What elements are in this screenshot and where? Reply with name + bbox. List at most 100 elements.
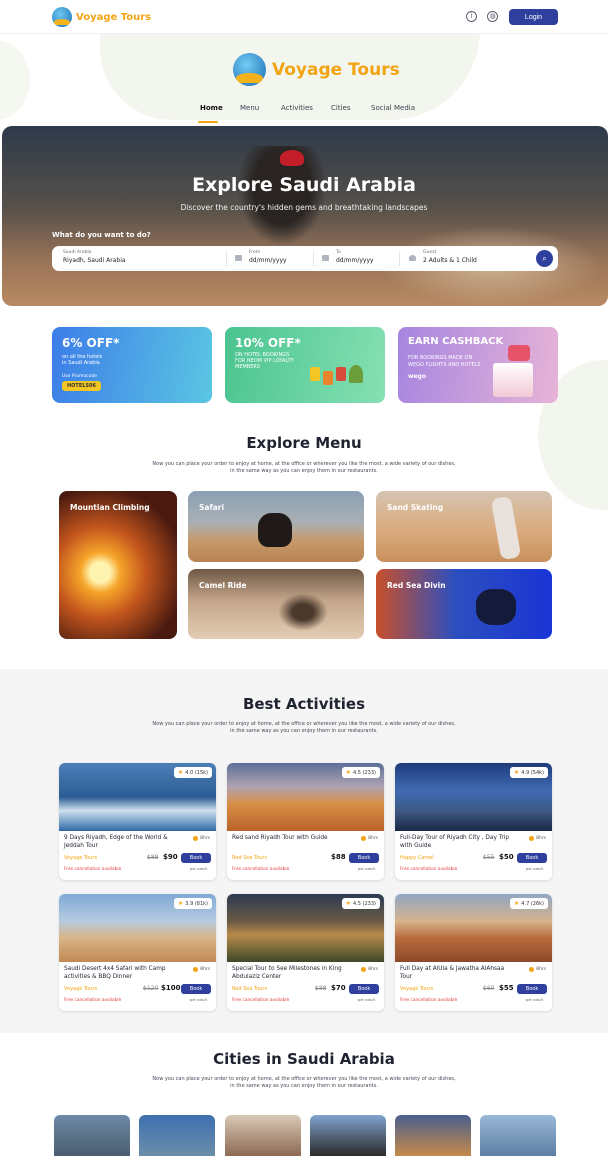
- menu-card-mountain-climbing[interactable]: Mountian Climbing: [59, 491, 177, 639]
- activity-title: Red sand Riyadh Tour with Guide: [232, 835, 328, 841]
- city-card[interactable]: [225, 1115, 301, 1156]
- rating-badge: ★ 4.0 (15k): [173, 767, 212, 778]
- duration-value: 8hrs: [368, 836, 378, 841]
- promo-card-hotels[interactable]: 6% OFF* on all the hotels in Saudi Arabi…: [52, 327, 212, 403]
- activity-card[interactable]: ★ 4.5 (233) Special Tour to See Milestone…: [227, 894, 384, 1011]
- menu-card-camel-ride[interactable]: Camel Ride: [188, 569, 364, 639]
- menu-card-red-sea-diving[interactable]: Red Sea Divin: [376, 569, 552, 639]
- duration-value: 8hrs: [200, 967, 210, 972]
- menu-card-label: Sand Skating: [387, 503, 444, 512]
- clock-icon: [193, 967, 199, 972]
- brand-name: Voyage Tours: [76, 11, 152, 23]
- cancellation-note: Free cancellation available: [64, 998, 122, 1003]
- duration-value: 8hrs: [368, 967, 378, 972]
- nav-menu[interactable]: Menu: [240, 104, 259, 112]
- star-icon: ★: [513, 769, 520, 776]
- provider-link[interactable]: Voyage Tours: [64, 986, 97, 992]
- book-button[interactable]: Book: [181, 853, 211, 863]
- book-button[interactable]: Book: [181, 984, 211, 994]
- promo-card-vip[interactable]: 10% OFF* ON HOTEL BOOKINGS FOR NEOM VIP …: [225, 327, 385, 403]
- duration: 8hrs: [193, 836, 210, 841]
- duration: 8hrs: [529, 836, 546, 841]
- promo-headline: 6% OFF*: [62, 336, 120, 350]
- decorative-blob: [0, 40, 30, 120]
- from-placeholder: dd/mm/yyyy: [249, 257, 287, 264]
- activities-section-subtitle: in the same way as you can enjoy them in…: [230, 728, 378, 734]
- price: $70: [331, 984, 346, 992]
- old-price: $60: [483, 985, 495, 992]
- star-icon: ★: [345, 769, 351, 776]
- rating-badge: ★ 4.7 (26k): [509, 898, 548, 909]
- promo-headline: EARN CASHBACK: [408, 336, 504, 347]
- from-date-field[interactable]: From dd/mm/yyyy: [249, 250, 287, 264]
- brand-header: Voyage Tours: [233, 53, 400, 86]
- promo-code[interactable]: HOTELS06: [62, 381, 101, 391]
- suitcase-icon: [336, 367, 346, 381]
- city-card[interactable]: [480, 1115, 556, 1156]
- brand-logo[interactable]: Voyage Tours: [52, 7, 151, 27]
- book-button[interactable]: Book: [517, 984, 547, 994]
- rating-badge: ★ 3.9 (81k): [173, 898, 212, 909]
- activity-title: Special Tour to See Milestones in King A…: [232, 966, 342, 980]
- menu-card-label: Red Sea Divin: [387, 581, 446, 590]
- provider-link[interactable]: Voyage Tours: [64, 855, 97, 861]
- provider-link[interactable]: Voyage Tours: [400, 986, 433, 992]
- activity-card[interactable]: ★ 4.5 (233) Red sand Riyadh Tour with Gui…: [227, 763, 384, 880]
- location-value: Riyadh, Saudi Arabia: [63, 257, 126, 264]
- nav-home[interactable]: Home: [200, 104, 223, 112]
- per-adult-label: per adult: [189, 997, 207, 1002]
- book-button[interactable]: Book: [349, 984, 379, 994]
- rating-value: 4.7 (26k): [521, 900, 544, 907]
- activity-card[interactable]: ★ 4.7 (26k) Full Day at AlUla & Jawatha A…: [395, 894, 552, 1011]
- nav-activities[interactable]: Activities: [281, 104, 313, 112]
- rating-badge: ★ 4.5 (233): [341, 767, 380, 778]
- star-icon: ★: [177, 900, 184, 907]
- suitcase-icon: [323, 371, 333, 385]
- city-card[interactable]: [54, 1115, 130, 1156]
- city-card[interactable]: [139, 1115, 215, 1156]
- city-card[interactable]: [310, 1115, 386, 1156]
- duration-value: 8hrs: [200, 836, 210, 841]
- price: $55: [499, 984, 514, 992]
- search-button[interactable]: ⌕: [536, 250, 553, 267]
- city-card[interactable]: [395, 1115, 471, 1156]
- rating-value: 4.5 (233): [353, 900, 376, 907]
- promo-card-cashback[interactable]: EARN CASHBACK FOR BOOKINGS MADE ON WEGO …: [398, 327, 558, 403]
- to-date-field[interactable]: To dd/mm/yyyy: [336, 250, 374, 264]
- old-price: $120: [143, 985, 159, 992]
- location-label: Saudi Arabia: [63, 250, 92, 255]
- login-button[interactable]: Login: [509, 9, 558, 25]
- activity-card[interactable]: ★ 4.0 (15k) 9 Days Riyadh, Edge of the Wo…: [59, 763, 216, 880]
- per-adult-label: per adult: [357, 997, 375, 1002]
- info-icon[interactable]: i: [466, 11, 477, 22]
- activity-card[interactable]: ★ 4.9 (54k) Full-Day Tour of Riyadh City …: [395, 763, 552, 880]
- promo-text: FOR BOOKINGS MADE ON: [408, 355, 473, 361]
- wego-logo: wego: [408, 373, 427, 380]
- menu-card-sand-skating[interactable]: Sand Skating: [376, 491, 552, 562]
- cancellation-note: Free cancellation available: [64, 867, 122, 872]
- promo-text: in Saudi Arabia: [62, 360, 100, 366]
- provider-link[interactable]: Happy Camel: [400, 855, 434, 861]
- user-icon: [409, 255, 416, 261]
- book-button[interactable]: Book: [349, 853, 379, 863]
- provider-link[interactable]: Red Sea Tours: [232, 986, 267, 992]
- menu-section-subtitle: Now you can place your order to enjoy at…: [152, 461, 456, 467]
- nav-social-media[interactable]: Social Media: [371, 104, 415, 112]
- rating-value: 4.5 (233): [353, 769, 376, 776]
- rating-value: 4.9 (54k): [521, 769, 544, 776]
- globe-icon[interactable]: ◍: [487, 11, 498, 22]
- activity-card[interactable]: ★ 3.9 (81k) Saudi Desert 4x4 Safari with …: [59, 894, 216, 1011]
- menu-card-label: Mountian Climbing: [70, 503, 150, 512]
- camels-image: [278, 593, 328, 631]
- sandboard-image: [490, 495, 522, 561]
- activity-title: 9 Days Riyadh, Edge of the World & Jedda…: [64, 835, 168, 849]
- menu-card-safari[interactable]: Safari: [188, 491, 364, 562]
- provider-link[interactable]: Red Sea Tours: [232, 855, 267, 861]
- nav-cities[interactable]: Cities: [331, 104, 350, 112]
- guest-field[interactable]: Guest 2 Adults & 1 Child: [423, 250, 477, 264]
- price: $50: [499, 853, 514, 861]
- book-button[interactable]: Book: [517, 853, 547, 863]
- from-label: From: [249, 250, 261, 255]
- activity-title: Saudi Desert 4x4 Safari with Camp activi…: [64, 966, 166, 980]
- location-field[interactable]: Saudi Arabia Riyadh, Saudi Arabia: [63, 250, 126, 264]
